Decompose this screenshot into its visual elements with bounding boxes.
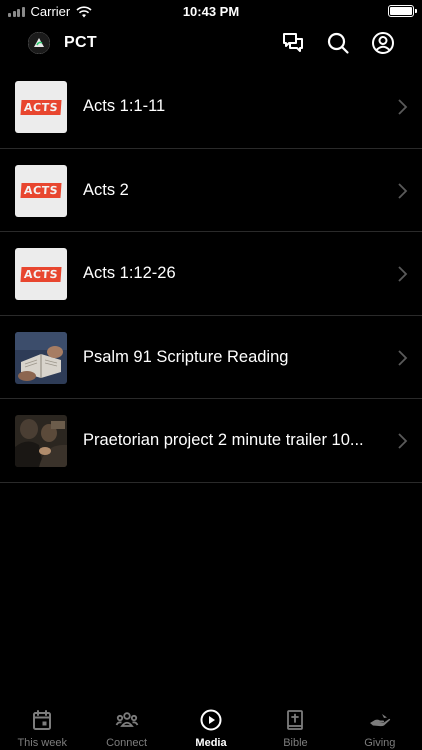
- chevron-right-icon: [398, 349, 408, 366]
- acts-thumbnail: ACTS: [15, 164, 67, 217]
- list-item-title: Acts 1:12-26: [83, 264, 176, 282]
- list-item[interactable]: Psalm 91 Scripture Reading: [0, 316, 422, 399]
- status-bar: Carrier 10:43 PM: [0, 0, 422, 24]
- tab-bar: This week Connect Media Bible Giving: [0, 700, 422, 750]
- chat-icon[interactable]: [280, 30, 306, 56]
- giving-hand-icon: [369, 714, 390, 727]
- bible-photo-thumbnail: [15, 331, 67, 384]
- tab-label: Media: [195, 737, 227, 749]
- list-item-title: Psalm 91 Scripture Reading: [83, 347, 289, 366]
- chevron-right-icon: [398, 99, 408, 115]
- app-title: PCT: [64, 34, 97, 51]
- tab-label: Connect: [106, 737, 148, 749]
- calendar-icon: [33, 710, 52, 730]
- acts-thumbnail: ACTS: [15, 248, 67, 300]
- list-item-title: Acts 2: [83, 180, 129, 199]
- people-icon: [115, 712, 138, 727]
- list-item-title: Acts 1:1-11: [83, 97, 166, 115]
- media-list: ACTS Acts 1:1-11 ACTS Acts 2 ACTS Acts 1…: [0, 65, 422, 483]
- tab-bible[interactable]: Bible: [253, 700, 337, 750]
- list-item[interactable]: ACTS Acts 2: [0, 149, 422, 232]
- chevron-right-icon: [398, 266, 408, 282]
- people-photo-thumbnail: [15, 415, 67, 467]
- tab-giving[interactable]: Giving: [338, 700, 422, 750]
- list-item[interactable]: ACTS Acts 1:1-11: [0, 65, 422, 149]
- app-header: PCT: [0, 24, 422, 64]
- status-time: 10:43 PM: [182, 4, 240, 19]
- play-circle-icon: [200, 709, 222, 731]
- tab-label: This week: [17, 737, 67, 749]
- tab-label: Bible: [283, 737, 308, 749]
- account-icon[interactable]: [370, 30, 396, 56]
- list-item[interactable]: ACTS Acts 1:12-26: [0, 232, 422, 316]
- tab-label: Giving: [364, 737, 396, 749]
- thumbnail-text: ACTS: [20, 183, 62, 198]
- list-item-title: Praetorian project 2 minute trailer 10..…: [83, 431, 364, 449]
- acts-thumbnail: ACTS: [15, 81, 67, 133]
- bible-icon: [287, 710, 304, 730]
- chevron-right-icon: [398, 433, 408, 449]
- thumbnail-text: ACTS: [20, 266, 62, 282]
- church-logo[interactable]: [28, 32, 50, 54]
- search-icon[interactable]: [325, 30, 351, 56]
- tab-this-week[interactable]: This week: [0, 700, 84, 750]
- tab-connect[interactable]: Connect: [84, 700, 168, 750]
- tab-media[interactable]: Media: [169, 700, 253, 750]
- thumbnail-text: ACTS: [20, 99, 62, 115]
- battery-icon: [388, 5, 417, 17]
- chevron-right-icon: [398, 182, 408, 199]
- list-item[interactable]: Praetorian project 2 minute trailer 10..…: [0, 399, 422, 483]
